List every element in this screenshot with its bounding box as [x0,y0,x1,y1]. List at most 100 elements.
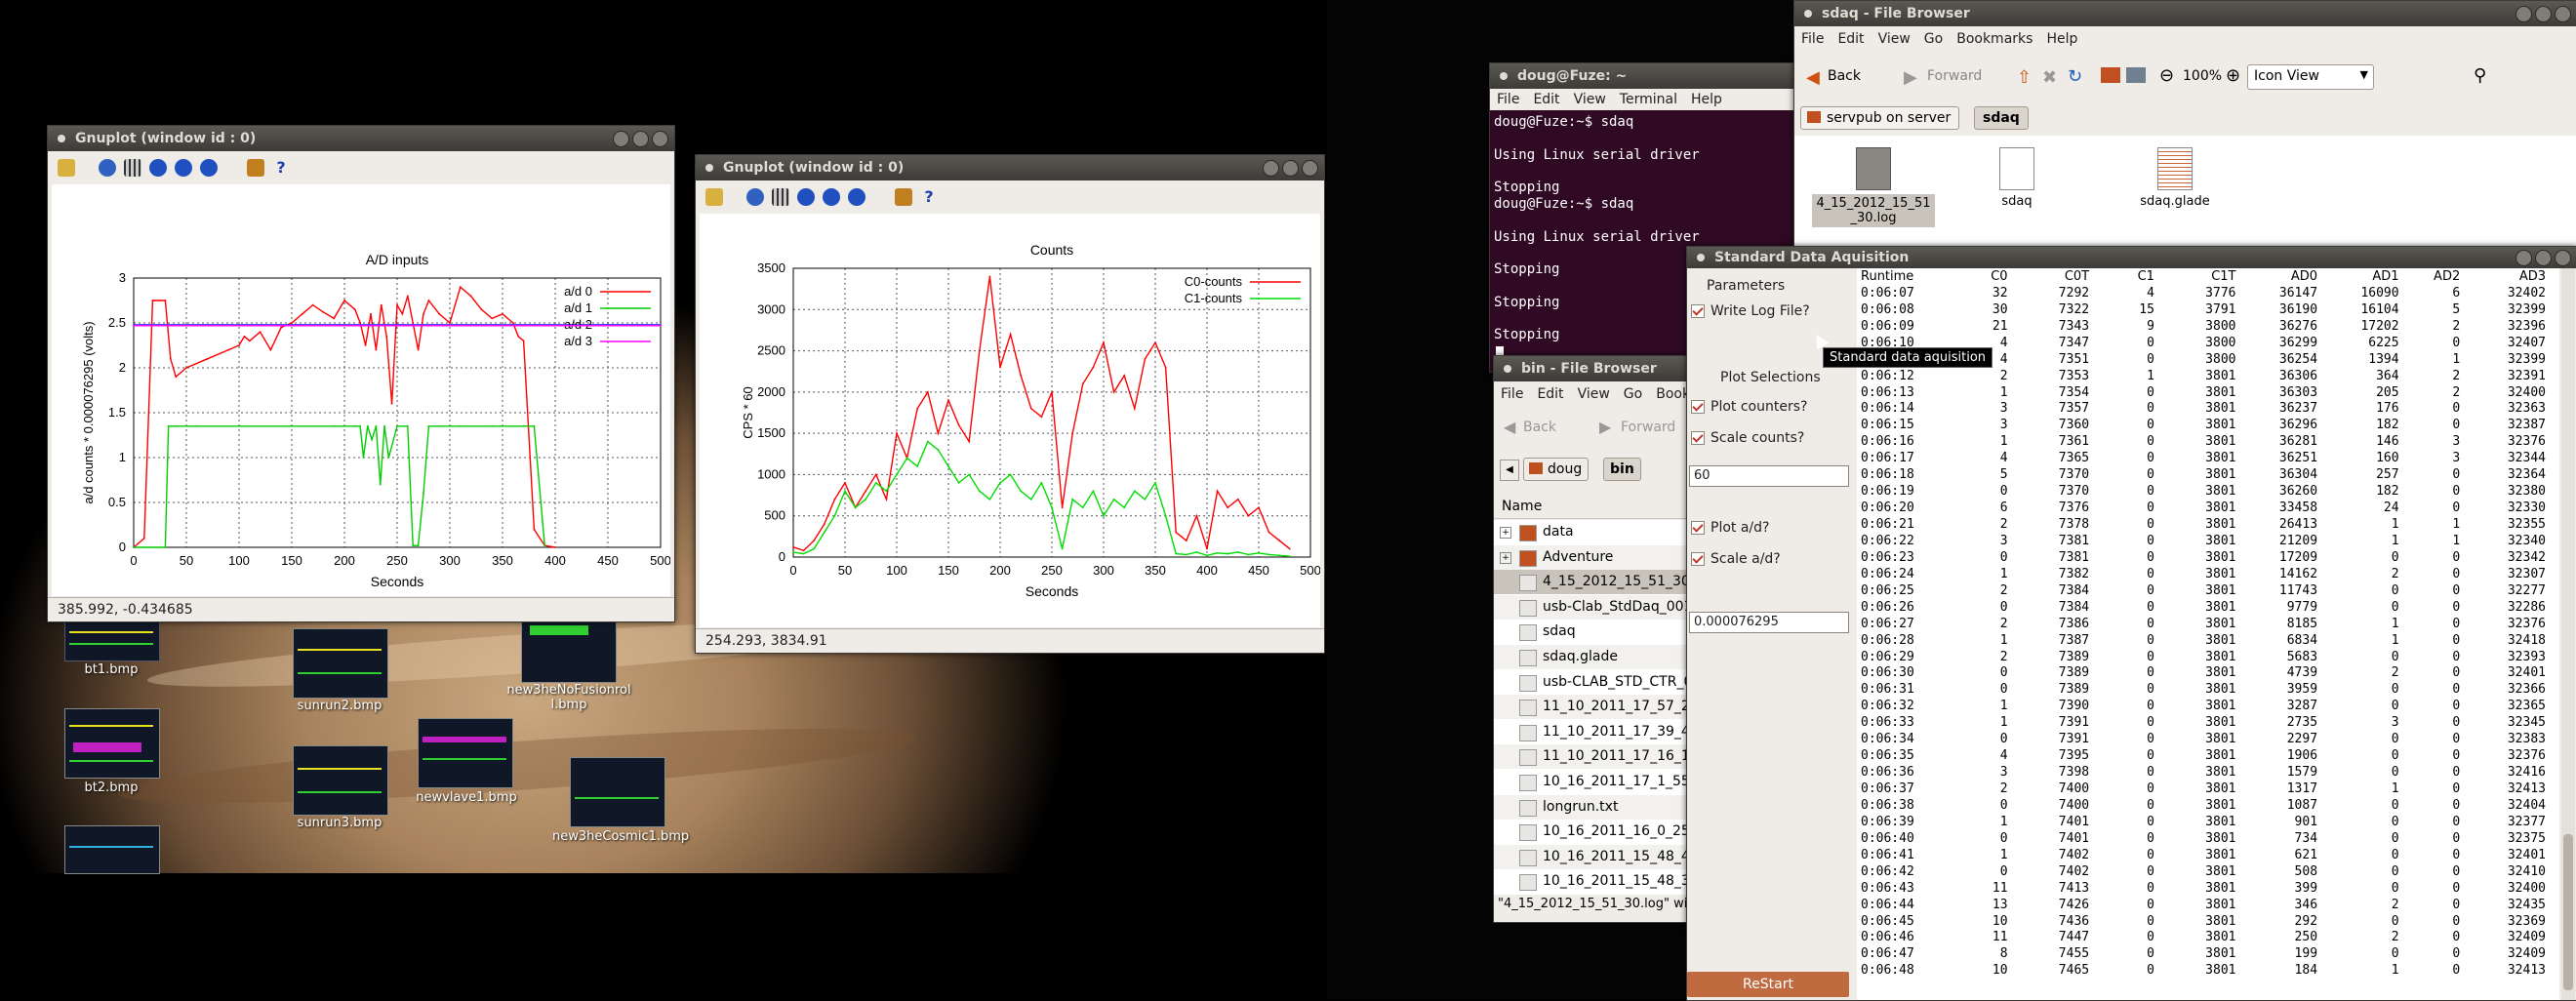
desktop-icon-sunrun3[interactable] [293,745,388,816]
sdaq-titlebar[interactable]: Standard Data Aquisition [1687,247,2576,268]
view-mode-select[interactable]: Icon View ▼ [2247,64,2374,90]
list-item[interactable]: + Adventure [1494,544,1689,570]
scrollbar-thumb[interactable] [2563,834,2573,990]
grid-icon[interactable] [772,188,789,206]
zoom-next-icon[interactable] [175,159,192,177]
path-left-arrow-icon[interactable]: ◀ [1500,460,1519,481]
file-icon-log[interactable]: 4_15_2012_15_51_30.log [1812,147,1935,237]
list-item[interactable]: 4_15_2012_15_51_30. [1494,570,1689,595]
list-item[interactable]: 10_16_2011_15_48_37 [1494,869,1689,894]
zoom-next-icon[interactable] [823,188,840,206]
gnuplot-ad-titlebar[interactable]: Gnuplot (window id : 0) [48,126,674,151]
menu-help[interactable]: Help [1691,92,1722,107]
menu-bookmarks[interactable]: Bookmarks [1656,386,1689,402]
help-icon[interactable]: ? [272,159,290,177]
list-item[interactable]: 11_10_2011_17_16_10 [1494,744,1689,770]
search-icon[interactable]: ⚲ [2474,65,2486,86]
copy-clipboard-icon[interactable] [705,188,723,206]
close-icon[interactable] [2555,6,2571,22]
column-header[interactable]: C1T [2154,268,2235,285]
list-item[interactable]: sdaq [1494,620,1689,644]
desktop-icon-sunrun2[interactable] [293,628,388,699]
maximize-icon[interactable] [632,131,649,147]
desktop-icon-bt2[interactable] [64,708,160,779]
close-icon[interactable] [1302,160,1318,177]
back-arrow-icon[interactable]: ◀ [1504,418,1515,436]
reload-icon[interactable]: ↻ [2068,66,2082,87]
grid-icon[interactable] [124,159,141,177]
minimize-icon[interactable] [613,131,629,147]
close-icon[interactable] [2555,250,2571,266]
back-arrow-icon[interactable]: ◀ [1806,67,1820,88]
settings-icon[interactable] [247,159,264,177]
terminal-titlebar[interactable]: doug@Fuze: ~ [1490,63,1802,89]
desktop-icon-bt3[interactable] [64,825,160,874]
list-item[interactable]: 10_16_2011_15_48_41 [1494,844,1689,869]
maximize-icon[interactable] [2535,6,2552,22]
write-log-checkbox[interactable]: Write Log File? [1691,303,1810,319]
settings-icon[interactable] [895,188,912,206]
gnuplot-counts-titlebar[interactable]: Gnuplot (window id : 0) [696,155,1324,180]
window-menu-icon[interactable] [705,164,713,172]
path-current-button[interactable]: sdaq [1974,106,2029,130]
window-menu-icon[interactable] [1500,72,1508,80]
plot-ad-checkbox[interactable]: Plot a/d? [1691,520,1769,536]
path-server-button[interactable]: servpub on server [1800,106,1960,130]
menu-go[interactable]: Go [1924,31,1943,47]
menu-file[interactable]: File [1497,92,1519,107]
menu-file[interactable]: File [1801,31,1824,47]
column-header[interactable]: C0 [1932,268,2007,285]
forward-button[interactable]: Forward [1621,420,1675,435]
zoom-prev-icon[interactable] [797,188,815,206]
desktop-icon-new3heNoFusionroll[interactable] [521,621,617,683]
autoscale-icon[interactable] [200,159,218,177]
scale-ad-input[interactable]: 0.000076295 [1689,612,1849,633]
maximize-icon[interactable] [1282,160,1299,177]
close-icon[interactable] [652,131,668,147]
scale-ad-checkbox[interactable]: Scale a/d? [1691,551,1781,567]
minimize-icon[interactable] [2516,250,2532,266]
back-button[interactable]: Back [1828,68,1861,84]
desktop-icon-bt1[interactable] [64,617,160,661]
file-browser-bin-titlebar[interactable]: bin - File Browser [1494,356,1689,381]
zoom-prev-icon[interactable] [149,159,167,177]
column-header[interactable]: AD1 [2317,268,2398,285]
list-item[interactable]: + data [1494,520,1689,544]
menu-file[interactable]: File [1501,386,1523,402]
restart-button[interactable]: ReStart [1687,972,1849,997]
list-item[interactable]: sdaq.glade [1494,645,1689,669]
computer-icon[interactable] [2126,67,2146,83]
window-menu-icon[interactable] [1504,365,1511,373]
menu-view[interactable]: View [1578,386,1610,402]
help-icon[interactable]: ? [920,188,938,206]
replot-icon[interactable] [746,188,764,206]
window-menu-icon[interactable] [1804,10,1812,18]
forward-arrow-icon[interactable]: ▶ [1904,67,1917,88]
list-item[interactable]: usb-CLAB_STD_CTR_0 [1494,670,1689,695]
column-header[interactable]: AD3 [2460,268,2546,285]
menu-go[interactable]: Go [1624,386,1642,402]
menu-view[interactable]: View [1574,92,1606,107]
back-button[interactable]: Back [1523,420,1556,435]
file-browser-sdaq-titlebar[interactable]: sdaq - File Browser [1794,1,2576,26]
table-scrollbar[interactable] [2561,268,2575,1000]
list-item[interactable]: 11_10_2011_17_39_42 [1494,720,1689,744]
window-menu-icon[interactable] [1697,254,1705,261]
forward-arrow-icon[interactable]: ▶ [1599,418,1611,436]
menu-bookmarks[interactable]: Bookmarks [1956,31,2033,47]
minimize-icon[interactable] [2516,6,2532,22]
path-home-button[interactable]: doug [1523,458,1590,481]
desktop-icon-newvlave1[interactable] [418,718,513,788]
list-item[interactable]: 10_16_2011_16_0_25. [1494,820,1689,844]
list-item[interactable]: usb-Clab_StdDaq_001 [1494,594,1689,620]
minimize-icon[interactable] [1263,160,1279,177]
desktop-icon-new3heCosmic1[interactable] [570,757,665,827]
file-icon-glade[interactable]: sdaq.glade [2126,147,2224,237]
autoscale-icon[interactable] [848,188,865,206]
column-header[interactable]: AD2 [2399,268,2460,285]
column-header[interactable]: Runtime [1857,268,1932,285]
menu-terminal[interactable]: Terminal [1620,92,1677,107]
column-header[interactable]: C0T [2008,268,2089,285]
plot-counters-checkbox[interactable]: Plot counters? [1691,399,1807,415]
path-current-button[interactable]: bin [1603,458,1641,481]
